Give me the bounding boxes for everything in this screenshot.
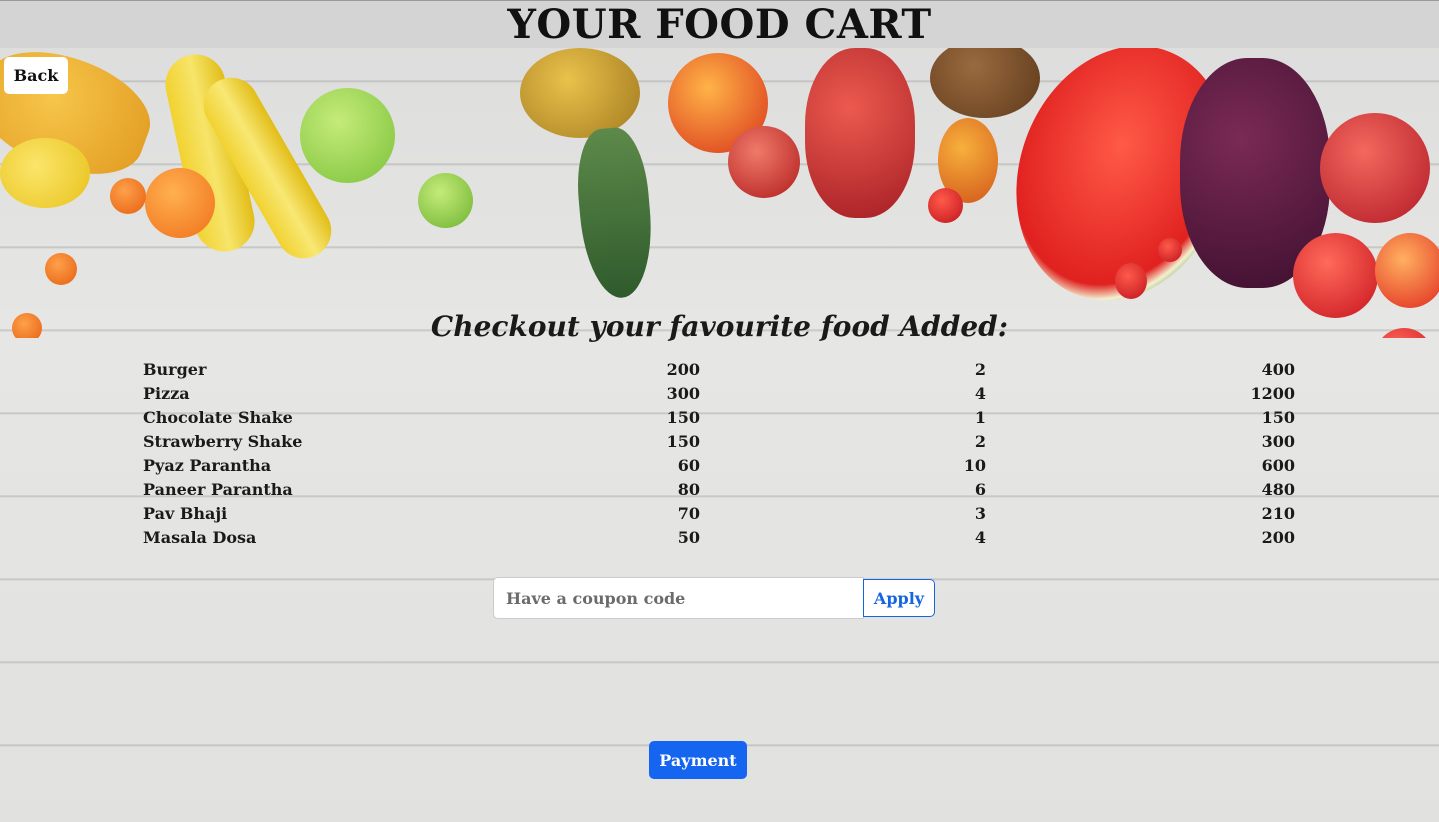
table-row: Pizza 300 4 1200 <box>143 381 1295 405</box>
page-title: YOUR FOOD CART <box>507 1 932 48</box>
item-total: 1200 <box>1250 383 1295 403</box>
item-name: Pyaz Parantha <box>143 455 272 475</box>
table-row: Paneer Parantha 80 6 480 <box>143 477 1295 501</box>
fruits-background-image <box>0 48 1439 338</box>
item-quantity: 6 <box>974 479 986 499</box>
table-row: Strawberry Shake 150 2 300 <box>143 429 1295 453</box>
item-quantity: 1 <box>974 407 986 427</box>
table-row: Pyaz Parantha 60 10 600 <box>143 453 1295 477</box>
item-total: 300 <box>1261 431 1295 451</box>
item-quantity: 2 <box>974 431 986 451</box>
item-name: Masala Dosa <box>143 527 257 547</box>
item-total: 150 <box>1261 407 1295 427</box>
item-quantity: 2 <box>974 359 986 379</box>
item-total: 600 <box>1261 455 1295 475</box>
item-price: 150 <box>666 431 700 451</box>
item-name: Chocolate Shake <box>143 407 293 427</box>
cart-heading: Checkout your favourite food Added: <box>430 310 1009 343</box>
item-total: 480 <box>1261 479 1295 499</box>
page-header: YOUR FOOD CART <box>0 0 1439 48</box>
item-quantity: 4 <box>974 383 986 403</box>
item-name: Pav Bhaji <box>143 503 228 523</box>
back-button[interactable]: Back <box>4 57 68 94</box>
item-price: 50 <box>677 527 700 547</box>
item-price: 60 <box>677 455 700 475</box>
item-price: 70 <box>677 503 700 523</box>
item-total: 200 <box>1261 527 1295 547</box>
table-row: Chocolate Shake 150 1 150 <box>143 405 1295 429</box>
item-price: 200 <box>666 359 700 379</box>
coupon-code-input[interactable] <box>493 577 864 619</box>
item-price: 300 <box>666 383 700 403</box>
cart-table: Burger 200 2 400 Pizza 300 4 1200 Chocol… <box>143 357 1295 549</box>
item-price: 80 <box>677 479 700 499</box>
table-row: Pav Bhaji 70 3 210 <box>143 501 1295 525</box>
payment-button[interactable]: Payment <box>649 741 747 779</box>
item-quantity: 4 <box>974 527 986 547</box>
apply-coupon-button[interactable]: Apply <box>863 579 935 617</box>
item-total: 210 <box>1261 503 1295 523</box>
item-quantity: 10 <box>963 455 986 475</box>
item-name: Strawberry Shake <box>143 431 303 451</box>
item-total: 400 <box>1261 359 1295 379</box>
item-name: Burger <box>143 359 207 379</box>
coupon-form: Apply <box>493 577 935 619</box>
item-quantity: 3 <box>974 503 986 523</box>
table-row: Burger 200 2 400 <box>143 357 1295 381</box>
table-row: Masala Dosa 50 4 200 <box>143 525 1295 549</box>
item-price: 150 <box>666 407 700 427</box>
item-name: Pizza <box>143 383 190 403</box>
item-name: Paneer Parantha <box>143 479 293 499</box>
